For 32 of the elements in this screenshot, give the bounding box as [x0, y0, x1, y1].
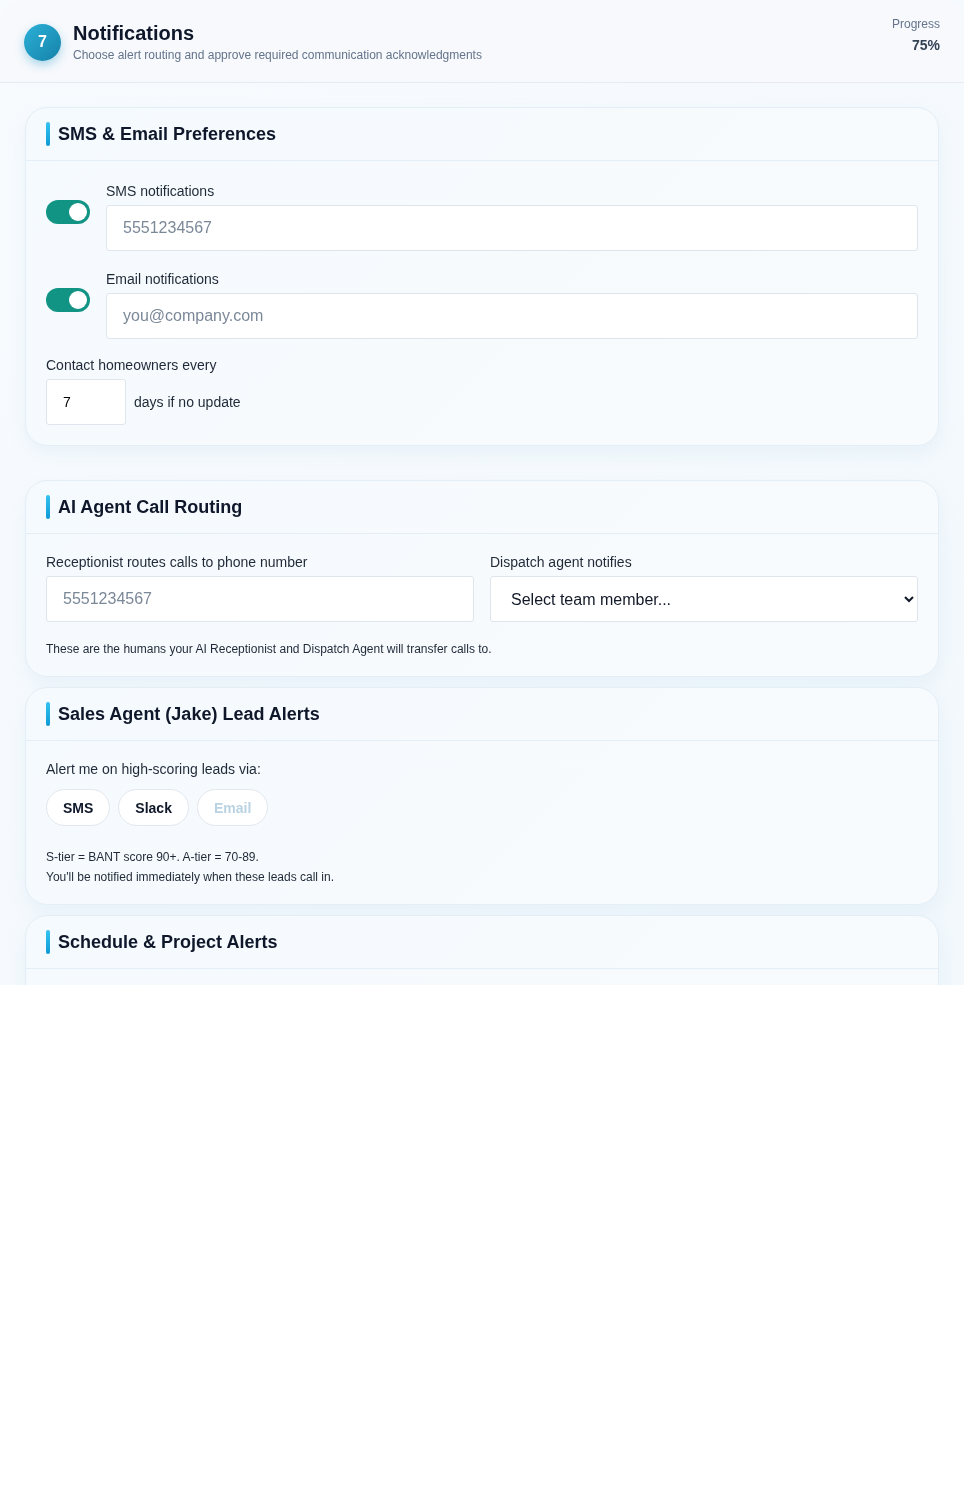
field-label: Contact homeowners every	[46, 357, 218, 373]
days-field[interactable]: 7	[46, 379, 126, 425]
section-title: AI Agent Call Routing	[58, 496, 243, 518]
section-title: Sales Agent (Jake) Lead Alerts	[58, 703, 320, 725]
channel-chip[interactable]: SMS	[46, 789, 111, 826]
accent-bar	[46, 122, 50, 146]
step-badge: 7	[24, 23, 61, 61]
toggle-switch[interactable]	[46, 200, 90, 224]
help-text: These are the humans your AI Receptionist and Dispatch Agent will transfer calls to.	[46, 642, 493, 656]
accent-bar	[46, 495, 50, 519]
field-suffix: days if no update	[134, 394, 241, 410]
field-label: Email notifications	[106, 271, 220, 287]
channel-chip[interactable]: Slack	[118, 789, 189, 826]
field-label: Receptionist routes calls to phone number	[46, 554, 309, 570]
accent-bar	[46, 702, 50, 726]
field-label: Dispatch agent notifies	[490, 554, 633, 570]
accent-bar	[46, 930, 50, 954]
help-text: S-tier = BANT score 90+. A-tier = 70-89.	[46, 850, 260, 864]
input-field[interactable]: you@company.com	[106, 293, 918, 339]
team-member-dropdown[interactable]: Select team member...	[490, 576, 918, 622]
phone-field[interactable]: 5551234567	[46, 576, 474, 622]
input-field[interactable]: 5551234567	[106, 205, 918, 251]
progress-label: Progress	[891, 17, 940, 31]
section-title: SMS & Email Preferences	[58, 123, 277, 145]
field-label: SMS notifications	[106, 183, 216, 199]
progress-value: 75%	[911, 37, 940, 53]
toggle-switch[interactable]	[46, 288, 90, 312]
section-title: Schedule & Project Alerts	[58, 931, 278, 953]
help-text: You'll be notified immediately when these leads call in.	[46, 870, 336, 884]
page-title: Notifications	[73, 22, 196, 45]
prompt-text: Alert me on high-scoring leads via:	[46, 761, 262, 777]
page-subtitle: Choose alert routing and approve required communication acknowledgments	[73, 48, 483, 62]
